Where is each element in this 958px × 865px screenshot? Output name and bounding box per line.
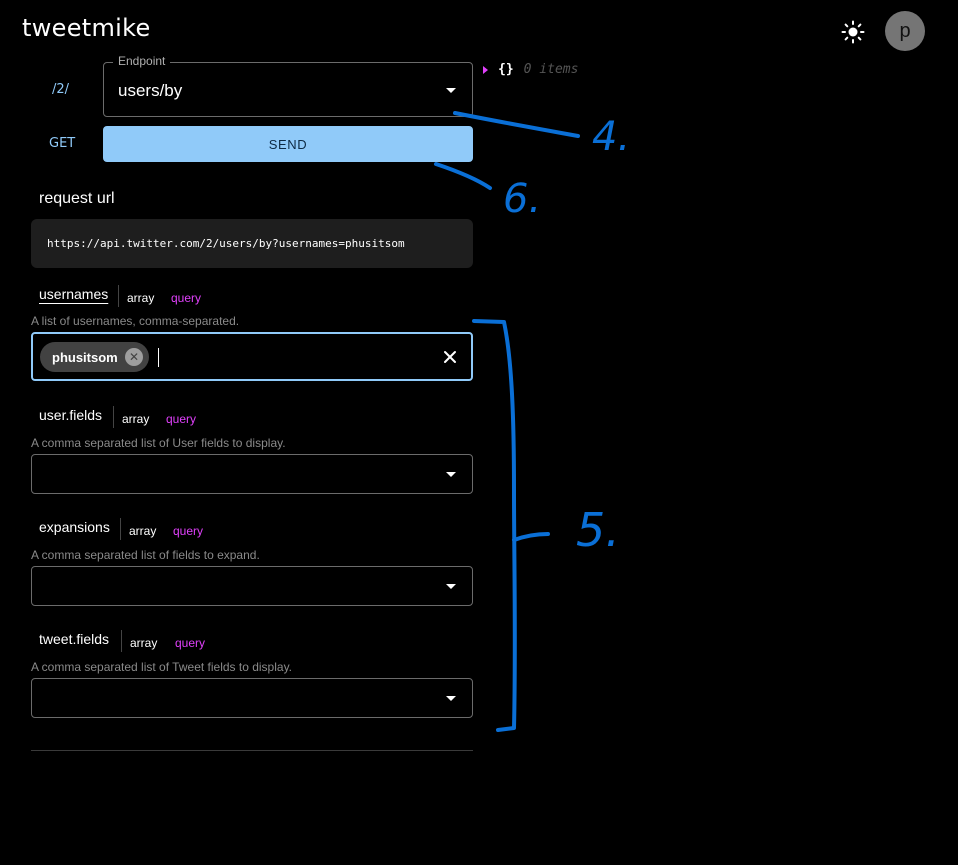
chevron-down-icon <box>446 88 456 93</box>
request-url-heading: request url <box>39 190 115 207</box>
annotation-bracket-5 <box>472 319 517 732</box>
param-usernames-description: A list of usernames, comma-separated. <box>31 314 240 328</box>
clear-icon[interactable] <box>441 348 459 366</box>
param-tweet-fields-name: tweet.fields <box>39 631 110 647</box>
endpoint-select[interactable]: Endpoint users/by <box>103 54 473 117</box>
annotation-bracket-tick <box>512 532 550 542</box>
annotation-label-4: 4. <box>592 114 630 160</box>
divider <box>118 285 119 307</box>
annotation-line-4 <box>453 111 580 138</box>
param-usernames-name: usernames <box>39 286 109 302</box>
param-expansions-name: expansions <box>39 519 110 535</box>
param-user-fields-type: array <box>122 412 150 426</box>
param-user-fields-description: A comma separated list of User fields to… <box>31 436 286 450</box>
request-url-text: https://api.twitter.com/2/users/by?usern… <box>47 237 405 250</box>
annotation-label-6: 6. <box>503 176 541 222</box>
divider <box>121 630 122 652</box>
text-cursor <box>158 348 159 367</box>
param-tweet-fields-location: query <box>175 636 206 650</box>
endpoint-legend: Endpoint <box>113 54 171 68</box>
param-user-fields-location: query <box>166 412 197 426</box>
username-chip-label: phusitsom <box>52 349 118 365</box>
request-url-box: https://api.twitter.com/2/users/by?usern… <box>31 219 473 268</box>
param-expansions-description: A comma separated list of fields to expa… <box>31 548 260 562</box>
chevron-down-icon <box>446 472 456 477</box>
param-usernames-type: array <box>127 291 155 305</box>
annotation-line-6 <box>434 162 492 190</box>
app-logo[interactable]: tweetmike <box>22 14 151 42</box>
chevron-down-icon <box>446 696 456 701</box>
send-button[interactable]: SEND <box>103 126 473 162</box>
expand-arrow-icon[interactable] <box>483 65 488 74</box>
http-method-label: GET <box>49 136 76 151</box>
api-version-label: /2/ <box>52 82 70 97</box>
tweet-fields-select[interactable] <box>31 678 473 718</box>
json-item-count: 0 items <box>523 62 579 77</box>
param-expansions-type: array <box>129 524 157 538</box>
json-braces: {} <box>498 62 514 77</box>
page: tweetmike p /2/ Endpoint users/by {} 0 i… <box>0 0 958 865</box>
avatar[interactable]: p <box>885 11 925 51</box>
theme-toggle-button[interactable] <box>839 18 867 46</box>
user-fields-select[interactable] <box>31 454 473 494</box>
chip-delete-icon[interactable]: ✕ <box>125 348 143 366</box>
param-expansions-location: query <box>173 524 204 538</box>
section-divider <box>31 750 473 751</box>
divider <box>113 406 114 428</box>
param-usernames-location: query <box>171 291 202 305</box>
endpoint-value: users/by <box>118 81 183 100</box>
sun-icon <box>841 20 865 44</box>
annotation-label-5: 5. <box>576 503 620 557</box>
param-tweet-fields-type: array <box>130 636 158 650</box>
chevron-down-icon <box>446 584 456 589</box>
divider <box>120 518 121 540</box>
usernames-input[interactable]: phusitsom ✕ <box>31 332 473 381</box>
json-viewer[interactable]: {} 0 items <box>483 62 578 77</box>
expansions-select[interactable] <box>31 566 473 606</box>
param-user-fields-name: user.fields <box>39 407 103 423</box>
param-tweet-fields-description: A comma separated list of Tweet fields t… <box>31 660 293 674</box>
username-chip[interactable]: phusitsom ✕ <box>40 342 149 372</box>
